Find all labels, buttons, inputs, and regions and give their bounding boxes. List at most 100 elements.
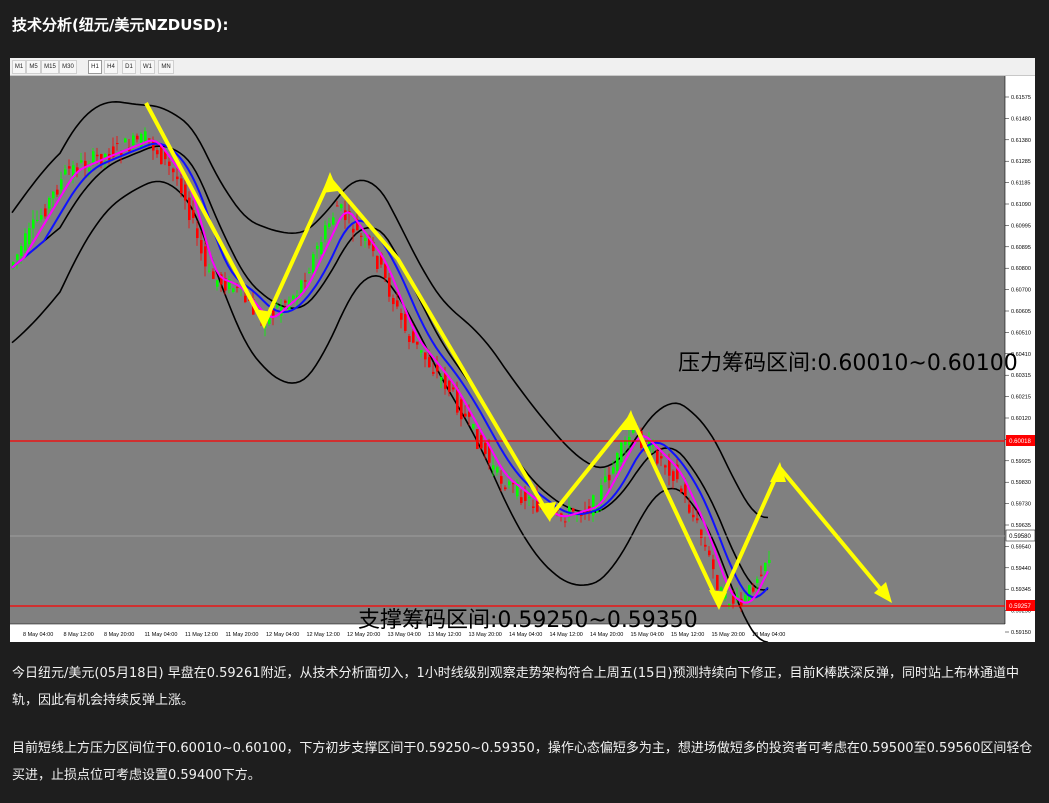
timeframe-button-m15[interactable]: M15 bbox=[41, 60, 59, 74]
candle-body bbox=[688, 504, 691, 513]
candle-body bbox=[416, 341, 419, 345]
candle-body bbox=[620, 442, 623, 463]
candle-body bbox=[320, 242, 323, 255]
candle-body bbox=[460, 399, 463, 420]
candle-body bbox=[36, 219, 39, 221]
candle-body bbox=[96, 154, 99, 157]
price-chart: 0.61575 0.61480 0.61380 0.61285 0.61185 0.610… bbox=[10, 76, 1035, 642]
support-price-tag-text: 0.59257 bbox=[1009, 604, 1031, 610]
price-tick-label: 0.60700 bbox=[1011, 288, 1031, 294]
candle-body bbox=[360, 235, 363, 237]
candle-body bbox=[744, 595, 747, 601]
current-price-tag-text: 0.59580 bbox=[1009, 534, 1031, 540]
candle-body bbox=[308, 272, 311, 274]
time-tick-label: 12 May 04:00 bbox=[266, 632, 299, 638]
candle-body bbox=[172, 168, 175, 173]
candle-body bbox=[92, 151, 95, 163]
analysis-paragraph-2: 目前短线上方压力区间位于0.60010~0.60100，下方初步支撑区间于0.5… bbox=[12, 741, 1033, 783]
price-tick-label: 0.59730 bbox=[1011, 502, 1031, 508]
candle-body bbox=[480, 435, 483, 449]
page-heading: 技术分析(纽元/美元NZDUSD): bbox=[12, 16, 229, 34]
candle-body bbox=[664, 465, 667, 468]
timeframe-button-m30[interactable]: M30 bbox=[59, 60, 77, 74]
candle-body bbox=[188, 197, 191, 221]
price-tick-label: 0.59150 bbox=[1011, 630, 1031, 636]
candle-body bbox=[520, 497, 523, 504]
candle-body bbox=[176, 176, 179, 180]
candle-body bbox=[48, 197, 51, 209]
timeframe-button-w1[interactable]: W1 bbox=[140, 60, 155, 74]
price-tick-label: 0.59345 bbox=[1011, 587, 1031, 593]
candle-body bbox=[600, 485, 603, 502]
timeframe-button-mn[interactable]: MN bbox=[158, 60, 174, 74]
time-tick-label: 8 May 12:00 bbox=[64, 632, 94, 638]
candle-body bbox=[672, 471, 675, 481]
price-tick-label: 0.61090 bbox=[1011, 202, 1031, 208]
price-tick-label: 0.60895 bbox=[1011, 245, 1031, 251]
candle-body bbox=[232, 288, 235, 292]
candle-body bbox=[764, 562, 767, 572]
support-zone-annotation: 支撑筹码区间:0.59250~0.59350 bbox=[358, 608, 698, 633]
candle-body bbox=[748, 585, 751, 602]
candle-body bbox=[208, 270, 211, 272]
candle-body bbox=[684, 484, 687, 496]
timeframe-button-d1[interactable]: D1 bbox=[122, 60, 136, 74]
candle-body bbox=[436, 364, 439, 372]
candle-body bbox=[564, 521, 567, 523]
timeframe-toolbar: M1 M5 M15 M30 H1 H4 D1 W1 MN bbox=[10, 58, 1035, 76]
candle-body bbox=[396, 300, 399, 307]
candle-body bbox=[424, 352, 427, 360]
candle-body bbox=[700, 529, 703, 538]
candle-body bbox=[64, 169, 67, 175]
candle-body bbox=[616, 453, 619, 471]
candle-body bbox=[180, 178, 183, 194]
candle-body bbox=[236, 286, 239, 288]
resistance-price-tag-text: 0.60018 bbox=[1009, 439, 1031, 445]
timeframe-button-m5[interactable]: M5 bbox=[26, 60, 41, 74]
price-tick-label: 0.60995 bbox=[1011, 223, 1031, 229]
candle-body bbox=[532, 506, 535, 508]
candle-body bbox=[400, 313, 403, 320]
candle-body bbox=[496, 467, 499, 473]
candle-body bbox=[476, 429, 479, 449]
candle-body bbox=[244, 295, 247, 303]
candle-body bbox=[608, 474, 611, 481]
candle-body bbox=[432, 371, 435, 374]
price-tick-label: 0.59635 bbox=[1011, 523, 1031, 529]
price-tick-label: 0.59440 bbox=[1011, 566, 1031, 572]
candle-body bbox=[680, 488, 683, 493]
candle-body bbox=[88, 168, 91, 171]
timeframe-button-m1[interactable]: M1 bbox=[12, 60, 26, 74]
time-tick-label: 8 May 20:00 bbox=[104, 632, 134, 638]
candle-body bbox=[572, 508, 575, 512]
candle-body bbox=[60, 179, 63, 190]
candle-body bbox=[524, 491, 527, 502]
candle-body bbox=[508, 481, 511, 486]
candle-body bbox=[216, 280, 219, 287]
candle-body bbox=[276, 305, 279, 308]
price-tick-label: 0.60215 bbox=[1011, 395, 1031, 401]
price-tick-label: 0.59925 bbox=[1011, 459, 1031, 465]
candle-body bbox=[364, 238, 367, 241]
candle-body bbox=[200, 240, 203, 254]
candle-body bbox=[20, 246, 23, 256]
candle-body bbox=[604, 476, 607, 482]
candle-body bbox=[56, 189, 59, 195]
candle-body bbox=[656, 450, 659, 464]
candle-body bbox=[528, 496, 531, 499]
candle-body bbox=[80, 160, 83, 163]
price-tick-label: 0.61380 bbox=[1011, 138, 1031, 144]
candle-body bbox=[292, 295, 295, 299]
timeframe-button-h1[interactable]: H1 bbox=[88, 60, 102, 74]
candle-body bbox=[28, 228, 31, 245]
price-tick-label: 0.61575 bbox=[1011, 95, 1031, 101]
timeframe-button-h4[interactable]: H4 bbox=[104, 60, 118, 74]
candle-body bbox=[492, 465, 495, 470]
candle-body bbox=[752, 587, 755, 592]
candle-body bbox=[692, 514, 695, 518]
candle-body bbox=[168, 161, 171, 166]
candle-body bbox=[300, 280, 303, 293]
price-tick-label: 0.61185 bbox=[1011, 181, 1030, 187]
candle-body bbox=[756, 579, 759, 583]
candle-body bbox=[196, 228, 199, 239]
